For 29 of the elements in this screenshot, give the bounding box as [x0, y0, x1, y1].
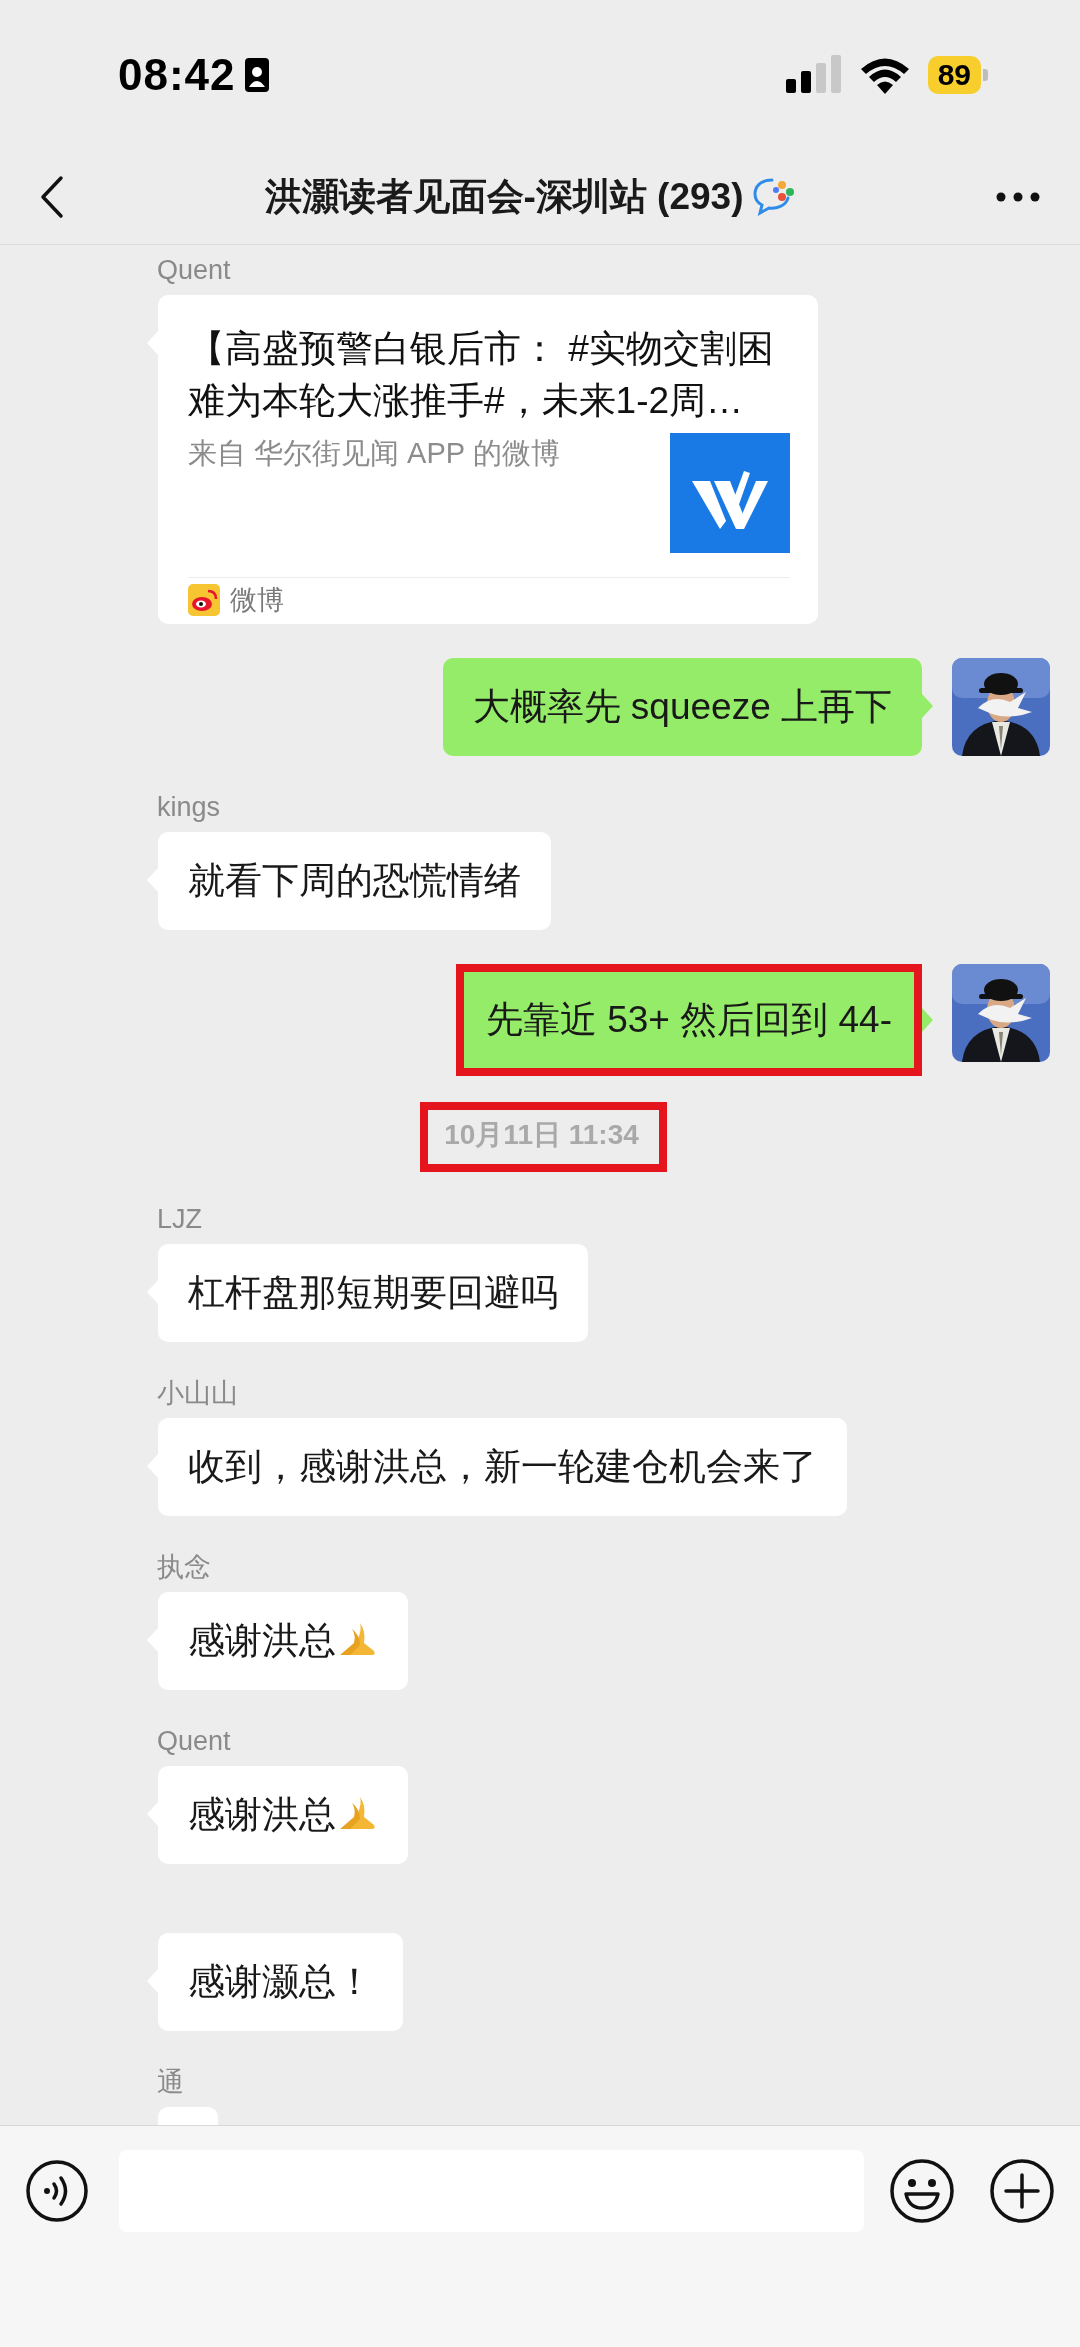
back-button[interactable] [40, 175, 64, 219]
logo-icon [188, 584, 220, 616]
sender-name: 执念 [157, 1551, 211, 1584]
bubble-tail [922, 1008, 934, 1032]
signal-icon [785, 55, 842, 95]
app-name: 微博 [230, 584, 284, 617]
emoji-button[interactable] [889, 2158, 955, 2224]
id-card-icon [243, 57, 270, 93]
clock-time: 08:42 [118, 50, 236, 100]
bubble-tail [922, 694, 934, 718]
sender-name: 小山山 [157, 1377, 238, 1410]
message-bubble: 先靠近 53+ 然后回到 44- [463, 972, 914, 1068]
sender-name: 通 [157, 2066, 184, 2099]
card-source: 来自 华尔街见闻 APP 的微博 [188, 436, 560, 471]
card-title: 【高盛预警白银后市： #实物交割困难为本轮大涨推手#，未来1-2周… [188, 327, 775, 423]
chat-title: 洪灝读者见面会-深圳站 (293) [264, 175, 744, 219]
link-card[interactable]: 【高盛预警白银后市： #实物交割困难为本轮大涨推手#，未来1-2周… 来自 华尔街见闻 APP 的微博 微博 [158, 295, 818, 624]
voice-button[interactable] [25, 2159, 89, 2223]
add-button[interactable] [989, 2158, 1055, 2224]
more-button[interactable] [996, 192, 1040, 202]
sender-name: LJZ [157, 1203, 202, 1236]
sender-name: Quent [157, 1725, 231, 1758]
timestamp: 10月11日 11:34 [443, 1118, 640, 1152]
wifi-icon [859, 56, 910, 94]
sender-name: kings [157, 791, 221, 824]
sender-name: Quent [157, 254, 231, 287]
logo-icon [670, 433, 790, 553]
chat-bubble-icon [751, 177, 796, 217]
battery-indicator: 89 [927, 56, 988, 94]
